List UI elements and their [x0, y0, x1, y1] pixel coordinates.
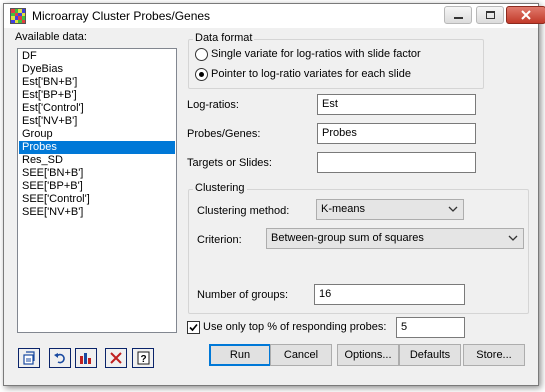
- svg-text:?: ?: [140, 354, 146, 365]
- close-button[interactable]: [506, 6, 545, 24]
- list-item[interactable]: Probes: [19, 141, 175, 154]
- criterion-label: Criterion:: [197, 234, 242, 246]
- pointer-variates-radio[interactable]: [195, 68, 208, 81]
- top-percent-input[interactable]: 5: [396, 317, 465, 338]
- run-button[interactable]: Run: [209, 344, 271, 366]
- copy-icon: [23, 351, 35, 365]
- minimize-icon: [453, 17, 463, 19]
- log-ratios-label: Log-ratios:: [187, 99, 239, 111]
- pointer-variates-label[interactable]: Pointer to log-ratio variates for each s…: [211, 68, 411, 80]
- probes-label: Probes/Genes:: [187, 128, 261, 140]
- dialog-window: Microarray Cluster Probes/Genes Availabl…: [3, 3, 545, 386]
- log-ratios-input[interactable]: Est: [317, 94, 476, 115]
- data-format-group: [188, 39, 484, 89]
- chart-button[interactable]: [75, 348, 97, 368]
- window-title: Microarray Cluster Probes/Genes: [32, 9, 211, 23]
- available-data-list[interactable]: DF DyeBias Est['BN+B'] Est['BP+B'] Est['Cont…: [17, 48, 177, 333]
- help-icon: ?: [137, 351, 149, 365]
- list-item[interactable]: SEE['BP+B']: [19, 180, 175, 193]
- list-item[interactable]: SEE['BN+B']: [19, 167, 175, 180]
- chevron-down-icon: [448, 206, 458, 212]
- cancel-button[interactable]: Cancel: [270, 344, 332, 366]
- available-data-label: Available data:: [15, 31, 87, 43]
- store-button[interactable]: Store...: [463, 344, 525, 366]
- minimize-button[interactable]: [444, 6, 472, 24]
- chart-icon: [80, 353, 91, 364]
- clustering-method-label: Clustering method:: [197, 205, 290, 217]
- undo-icon: [54, 353, 65, 364]
- targets-input[interactable]: [317, 152, 476, 173]
- criterion-value: Between-group sum of squares: [271, 232, 424, 244]
- maximize-icon: [485, 11, 495, 19]
- single-variate-label[interactable]: Single variate for log-ratios with slide…: [211, 48, 421, 60]
- title-bar[interactable]: Microarray Cluster Probes/Genes: [4, 4, 545, 28]
- checkmark-icon: [189, 323, 198, 332]
- list-item[interactable]: Est['NV+B']: [19, 115, 175, 128]
- probes-input[interactable]: Probes: [317, 123, 476, 144]
- list-item[interactable]: Res_SD: [19, 154, 175, 167]
- list-item[interactable]: DF: [19, 50, 175, 63]
- help-button[interactable]: ?: [132, 348, 154, 368]
- number-of-groups-label: Number of groups:: [197, 289, 289, 301]
- clustering-legend: Clustering: [193, 182, 247, 194]
- targets-label: Targets or Slides:: [187, 157, 272, 169]
- criterion-select[interactable]: Between-group sum of squares: [266, 228, 524, 249]
- number-of-groups-input[interactable]: 16: [314, 284, 465, 305]
- top-percent-checkbox[interactable]: [187, 321, 200, 334]
- single-variate-radio[interactable]: [195, 48, 208, 61]
- clear-icon: [110, 352, 122, 364]
- clustering-method-select[interactable]: K-means: [316, 199, 464, 220]
- options-button[interactable]: Options...: [337, 344, 399, 366]
- list-item[interactable]: SEE['NV+B']: [19, 206, 175, 219]
- top-percent-label[interactable]: Use only top % of responding probes:: [203, 321, 386, 333]
- chevron-down-icon: [508, 235, 518, 241]
- clear-button[interactable]: [105, 348, 127, 368]
- defaults-button[interactable]: Defaults: [399, 344, 461, 366]
- undo-button[interactable]: [49, 348, 71, 368]
- data-format-legend: Data format: [193, 32, 255, 44]
- list-item[interactable]: DyeBias: [19, 63, 175, 76]
- list-item[interactable]: Group: [19, 128, 175, 141]
- maximize-button[interactable]: [476, 6, 504, 24]
- copy-button[interactable]: [18, 348, 40, 368]
- clustering-method-value: K-means: [321, 203, 366, 215]
- list-item[interactable]: Est['BP+B']: [19, 89, 175, 102]
- list-item[interactable]: Est['Control']: [19, 102, 175, 115]
- close-icon: [521, 10, 531, 20]
- app-icon: [10, 8, 26, 24]
- list-item[interactable]: Est['BN+B']: [19, 76, 175, 89]
- list-item[interactable]: SEE['Control']: [19, 193, 175, 206]
